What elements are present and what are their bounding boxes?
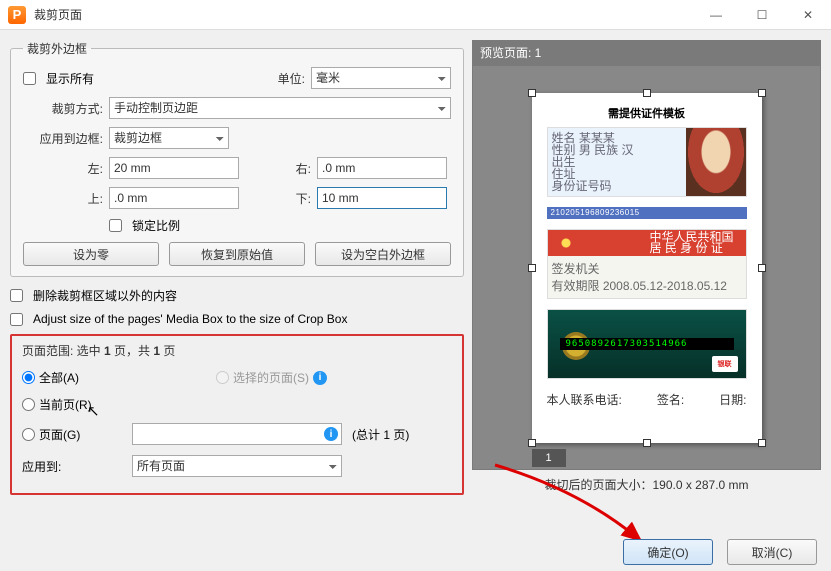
preview-header: 预览页面: 1: [472, 40, 821, 65]
show-all-checkbox[interactable]: [23, 72, 36, 85]
crop-handle-icon[interactable]: [528, 439, 536, 447]
contact-line: 本人联系电话:签名:日期:: [547, 391, 747, 408]
right-input[interactable]: [317, 157, 447, 179]
crop-handle-icon[interactable]: [758, 439, 766, 447]
crop-handle-icon[interactable]: [528, 264, 536, 272]
dialog-footer: 确定(O) 取消(C): [623, 539, 817, 565]
bottom-label: 下:: [281, 190, 311, 207]
crop-handle-icon[interactable]: [758, 89, 766, 97]
preview-bank-card: 9650892617303514966 银联: [547, 309, 747, 379]
crop-method-select[interactable]: 手动控制页边距: [109, 97, 451, 119]
set-zero-button[interactable]: 设为零: [23, 242, 159, 266]
emblem-icon: [556, 233, 576, 253]
range-total-label: (总计 1 页): [352, 426, 409, 443]
range-pages-label: 页面(G): [39, 426, 80, 443]
crop-method-label: 裁剪方式:: [23, 100, 103, 117]
app-logo-icon: P: [8, 6, 26, 24]
left-input[interactable]: [109, 157, 239, 179]
apply-border-select[interactable]: 裁剪边框: [109, 127, 229, 149]
left-label: 左:: [73, 160, 103, 177]
info-icon: i: [324, 427, 338, 441]
range-selected-radio: [216, 371, 229, 384]
lock-ratio-checkbox[interactable]: [109, 219, 122, 232]
range-all-label: 全部(A): [39, 369, 79, 386]
crop-margins-legend: 裁剪外边框: [23, 40, 91, 57]
right-label: 右:: [281, 160, 311, 177]
range-current-radio[interactable]: [22, 398, 35, 411]
minimize-button[interactable]: —: [693, 0, 739, 30]
delete-outside-label: 删除裁剪框区域以外的内容: [33, 287, 177, 304]
bottom-input[interactable]: [317, 187, 447, 209]
unit-label: 单位:: [278, 70, 305, 87]
range-pages-input[interactable]: [132, 423, 342, 445]
ok-button[interactable]: 确定(O): [623, 539, 713, 565]
range-all-radio[interactable]: [22, 371, 35, 384]
close-button[interactable]: ✕: [785, 0, 831, 30]
range-selected-label: 选择的页面(S): [233, 369, 309, 386]
lock-ratio-label: 锁定比例: [132, 217, 180, 234]
page-number-badge: 1: [532, 449, 566, 467]
top-input[interactable]: [109, 187, 239, 209]
window-title: 裁剪页面: [34, 6, 693, 23]
apply-to-label: 应用到:: [22, 458, 128, 475]
maximize-button[interactable]: ☐: [739, 0, 785, 30]
unionpay-icon: 银联: [712, 356, 738, 372]
unit-select[interactable]: 毫米: [311, 67, 451, 89]
portrait-icon: [686, 128, 746, 196]
preview-id-card-back: 中华人民共和国居 民 身 份 证 签发机关有效期限 2008.05.12-201…: [547, 229, 747, 299]
doc-title: 需提供证件模板: [608, 105, 685, 121]
range-pages-radio[interactable]: [22, 428, 35, 441]
preview-page: 需提供证件模板 姓名 某某某性别 男 民族 汉出生住址身份证号码 2102051…: [532, 93, 762, 443]
cancel-button[interactable]: 取消(C): [727, 539, 817, 565]
card-number: 9650892617303514966: [560, 338, 734, 350]
preview-body: 需提供证件模板 姓名 某某某性别 男 民族 汉出生住址身份证号码 2102051…: [472, 65, 821, 470]
crop-handle-icon[interactable]: [643, 89, 651, 97]
crop-size-label: 裁切后的页面大小：190.0 x 287.0 mm: [472, 470, 821, 495]
info-icon: i: [313, 371, 327, 385]
delete-outside-checkbox[interactable]: [10, 289, 23, 302]
preview-id-card-front: 姓名 某某某性别 男 民族 汉出生住址身份证号码: [547, 127, 747, 197]
crop-margins-group: 裁剪外边框 显示所有 单位: 毫米 裁剪方式: 手动控制页边距 应用到边框: 裁…: [10, 40, 464, 277]
crop-handle-icon[interactable]: [643, 439, 651, 447]
crop-handle-icon[interactable]: [528, 89, 536, 97]
set-blank-button[interactable]: 设为空白外边框: [315, 242, 451, 266]
preview-barcode: 210205196809236015: [547, 207, 747, 219]
top-label: 上:: [73, 190, 103, 207]
page-range-group: 页面范围: 选中 1 页，共 1 页 全部(A) 选择的页面(S) i 当前页(R…: [10, 334, 464, 495]
apply-to-select[interactable]: 所有页面: [132, 455, 342, 477]
reset-button[interactable]: 恢复到原始值: [169, 242, 305, 266]
adjust-mediabox-label: Adjust size of the pages' Media Box to t…: [33, 312, 347, 326]
titlebar: P 裁剪页面 — ☐ ✕: [0, 0, 831, 30]
show-all-label: 显示所有: [46, 70, 272, 87]
cursor-icon: ↖: [87, 402, 100, 420]
page-range-title: 页面范围: 选中 1 页，共 1 页: [22, 342, 452, 359]
range-current-label: 当前页(R): [39, 396, 92, 413]
crop-handle-icon[interactable]: [758, 264, 766, 272]
apply-border-label: 应用到边框:: [23, 130, 103, 147]
adjust-mediabox-checkbox[interactable]: [10, 313, 23, 326]
